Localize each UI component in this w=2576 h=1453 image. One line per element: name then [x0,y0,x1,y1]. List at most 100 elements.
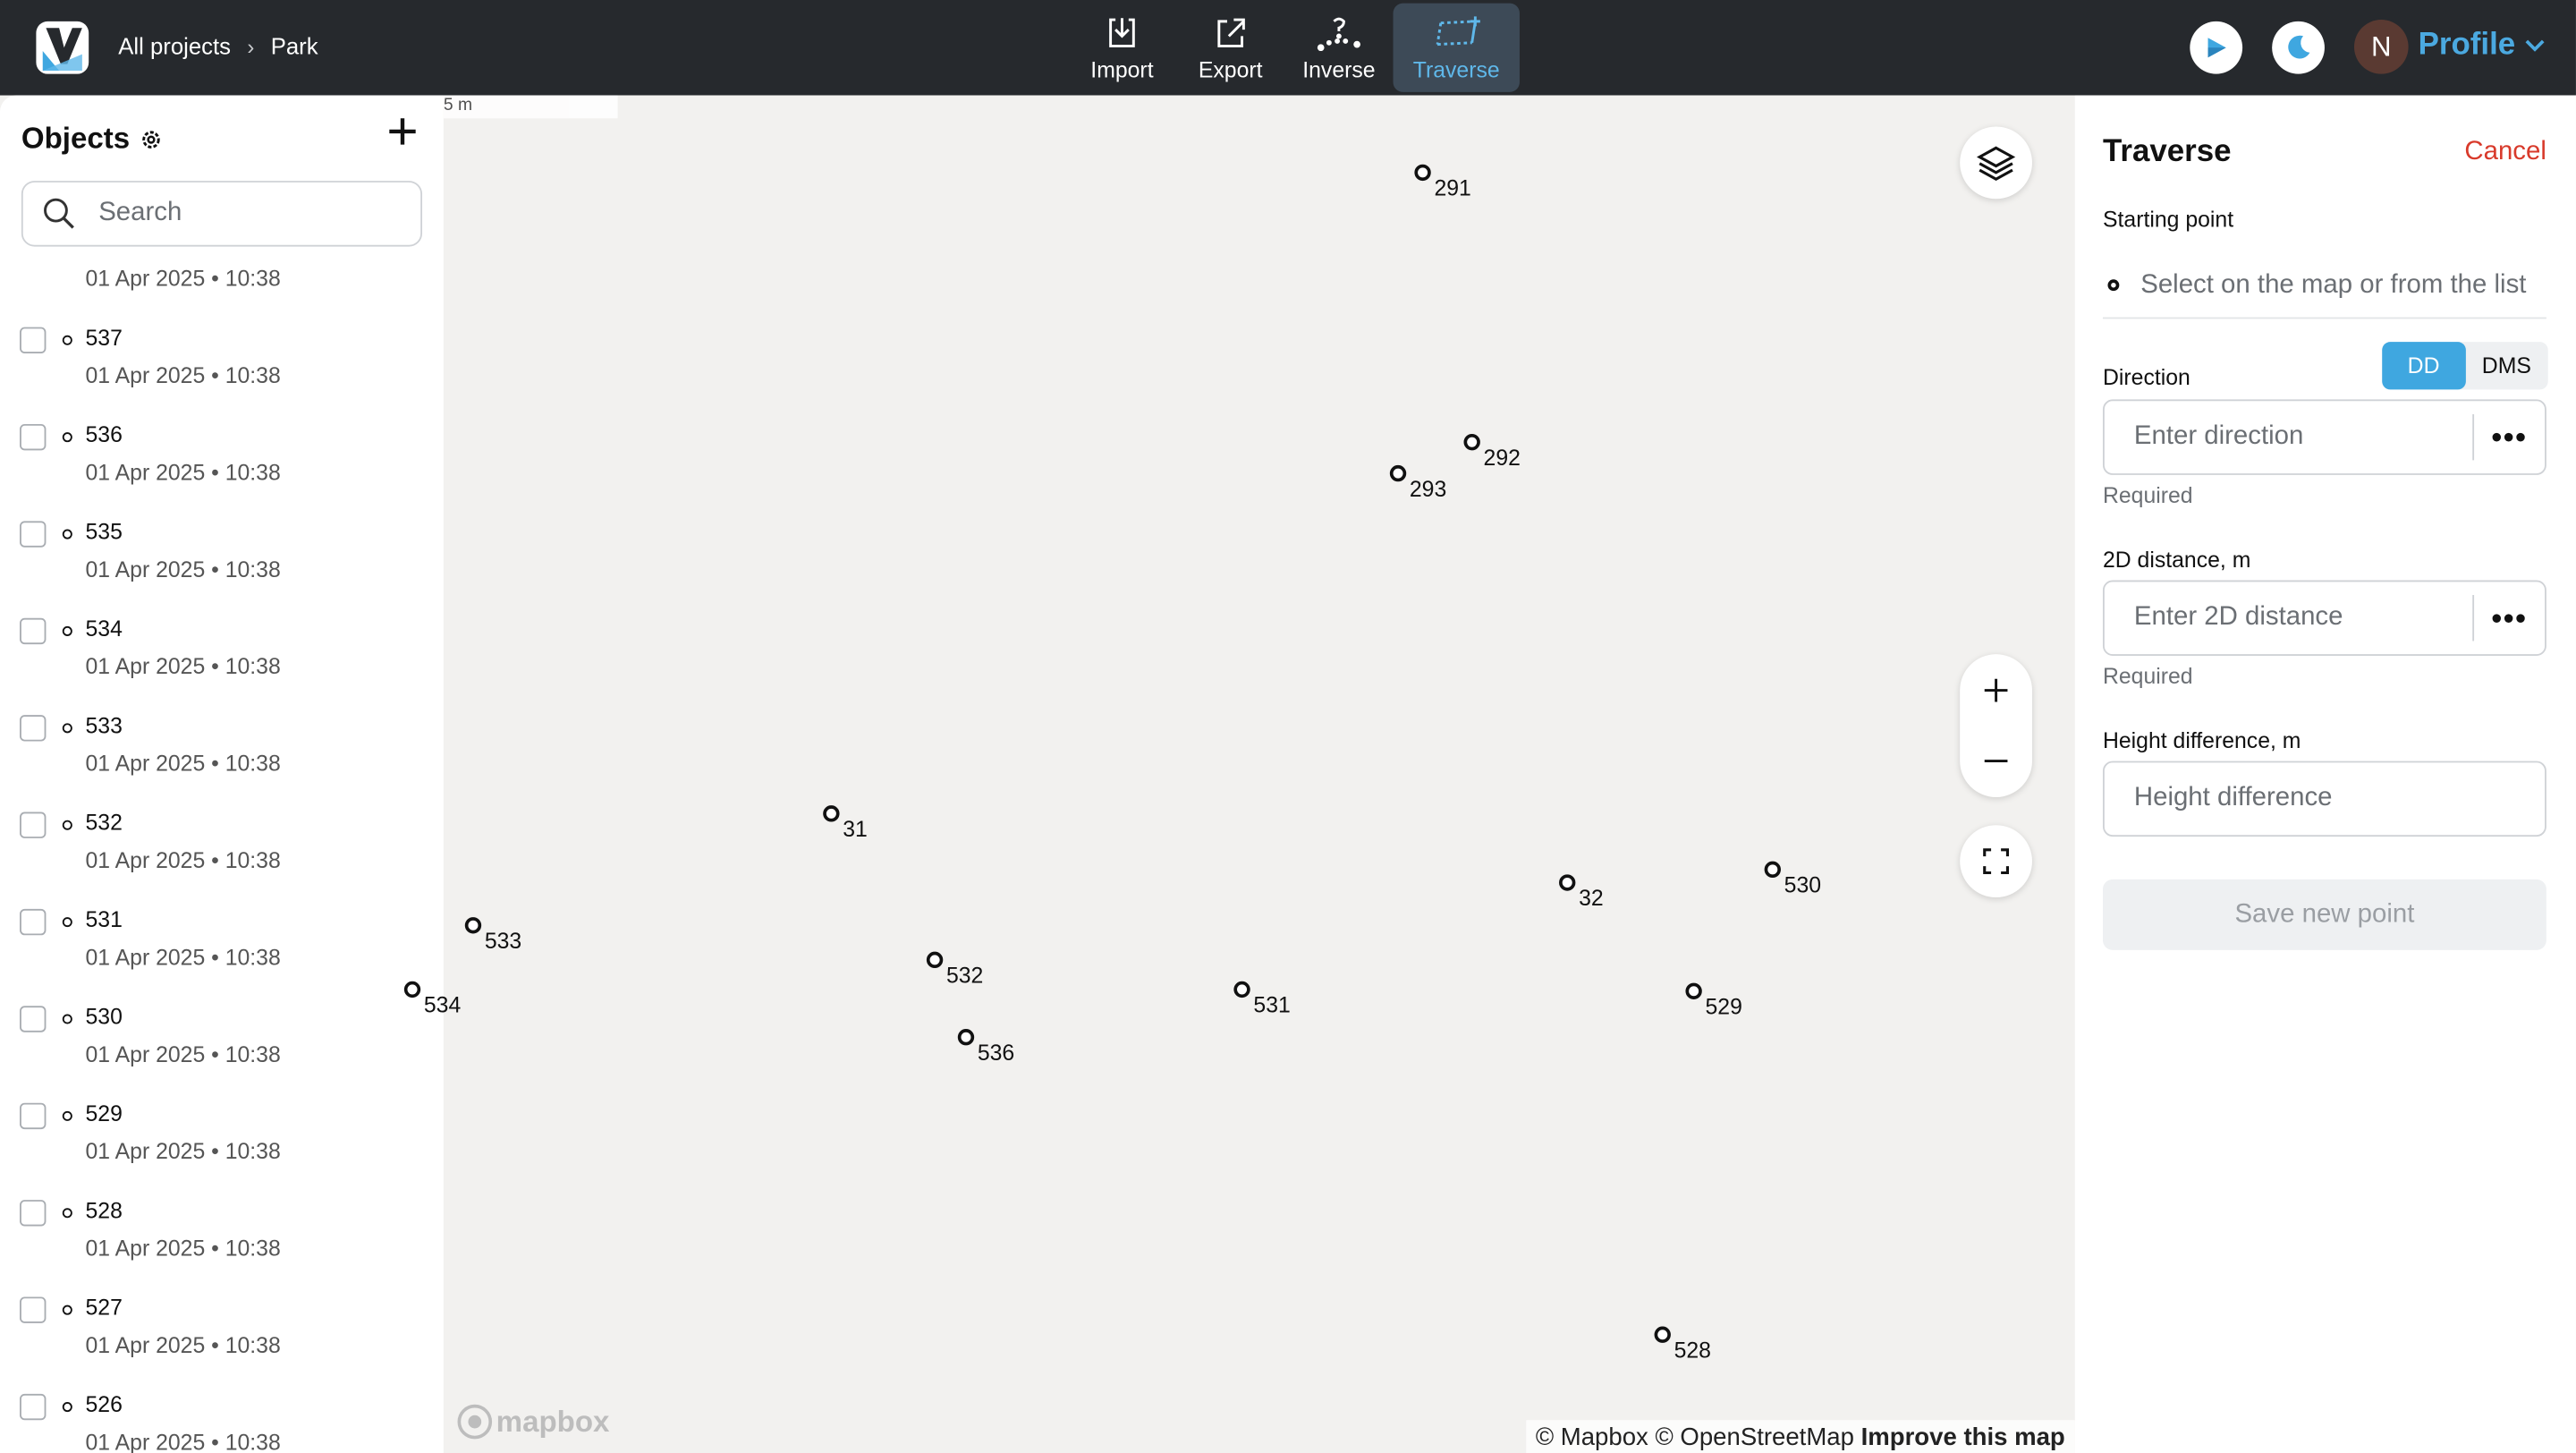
list-item[interactable]: 529 01 Apr 2025 • 10:38 [0,1101,444,1200]
inverse-button[interactable]: Inverse [1284,4,1393,92]
starting-point-selector[interactable]: Select on the map or from the list [2102,253,2546,319]
unit-dd-button[interactable]: DD [2382,342,2465,390]
distance-more-button[interactable]: ••• [2472,595,2545,642]
attribution-mapbox[interactable]: © Mapbox [1536,1423,1648,1451]
point-icon [62,820,72,830]
list-item[interactable]: 537 01 Apr 2025 • 10:38 [0,325,444,424]
point-icon [62,335,72,345]
list-item[interactable]: 531 01 Apr 2025 • 10:38 [0,907,444,1006]
list-item-name: 528 [85,1198,123,1223]
list-item[interactable]: 535 01 Apr 2025 • 10:38 [0,520,444,617]
profile-menu[interactable]: Profile [2419,28,2546,64]
map-point-label: 528 [1674,1338,1711,1363]
cancel-button[interactable]: Cancel [2464,138,2546,167]
attribution-osm[interactable]: © OpenStreetMap [1655,1423,1853,1451]
breadcrumb-current-project: Park [270,32,318,60]
item-checkbox[interactable] [20,521,47,548]
minus-icon [1984,760,2008,763]
save-new-point-button[interactable]: Save new point [2102,879,2546,950]
list-item-date: 01 Apr 2025 • 10:38 [85,1332,281,1358]
item-checkbox[interactable] [20,327,47,353]
point-icon [62,529,72,540]
item-checkbox[interactable] [20,423,47,451]
gear-icon[interactable] [140,127,163,150]
list-item[interactable]: 527 01 Apr 2025 • 10:38 [0,1296,444,1393]
direction-more-button[interactable]: ••• [2472,413,2545,461]
list-item[interactable]: 534 01 Apr 2025 • 10:38 [0,616,444,715]
point-icon [62,917,72,928]
breadcrumb-all-projects[interactable]: All projects [118,33,231,59]
zoom-out-button[interactable] [1983,726,2009,796]
distance-input[interactable] [2104,603,2466,633]
item-checkbox[interactable] [20,908,47,936]
list-item[interactable]: 532 01 Apr 2025 • 10:38 [0,811,444,909]
list-item-date: 01 Apr 2025 • 10:38 [85,945,281,970]
chevron-down-icon [2525,39,2545,52]
breadcrumb: All projects › Park [118,33,318,59]
fullscreen-button[interactable] [1960,825,2032,898]
list-item-date: 01 Apr 2025 • 10:38 [85,362,281,388]
direction-input[interactable] [2104,422,2466,453]
map-point-label: 536 [977,1040,1015,1066]
point-icon [62,1402,72,1413]
traverse-label: Traverse [1412,57,1500,82]
point-icon [62,625,72,636]
item-checkbox[interactable] [20,1200,47,1227]
height-input[interactable] [2104,784,2466,814]
list-item-date: 01 Apr 2025 • 10:38 [85,751,281,777]
zoom-in-button[interactable] [1983,655,2009,726]
item-checkbox[interactable] [20,1102,47,1130]
breadcrumb-separator: › [247,33,255,59]
search-input[interactable] [98,199,378,229]
app-logo[interactable] [36,21,89,74]
list-item-date: 01 Apr 2025 • 10:38 [85,654,281,679]
starting-point-label: Starting point [2102,207,2234,233]
list-item-date: 01 Apr 2025 • 10:38 [85,460,281,485]
layers-button[interactable] [1960,126,2032,200]
distance-label: 2D distance, m [2102,547,2251,573]
list-item-name: 531 [85,907,123,932]
item-checkbox[interactable] [20,1393,47,1421]
map-point-label: 31 [843,817,868,842]
navigation-mode-button[interactable] [2190,21,2243,74]
zoom-controls [1960,654,2032,797]
objects-panel: Objects 01 Apr 2025 • 10:38 537 01 Apr 2… [0,95,444,1453]
list-item[interactable]: 533 01 Apr 2025 • 10:38 [0,713,444,811]
traverse-button[interactable]: Traverse [1393,3,1520,92]
add-object-button[interactable] [387,115,417,149]
import-label: Import [1090,57,1154,82]
top-bar: All projects › Park Import Export Invers… [0,0,2576,96]
avatar[interactable]: N [2353,20,2409,74]
direction-label: Direction [2102,364,2190,390]
list-item[interactable]: 526 01 Apr 2025 • 10:38 [0,1392,444,1453]
item-checkbox[interactable] [20,715,47,742]
point-icon [62,1304,72,1315]
export-button[interactable]: Export [1176,4,1284,92]
item-checkbox[interactable] [20,1006,47,1032]
map-canvas[interactable]: 5 m 291 292 293 31 533 534 532 536 531 3… [403,95,2075,1453]
dark-mode-toggle[interactable] [2272,21,2325,74]
unit-dms-button[interactable]: DMS [2465,342,2548,389]
list-item-date: 01 Apr 2025 • 10:38 [85,1236,281,1262]
mapbox-logo[interactable]: mapbox [457,1404,609,1440]
panel-title: Traverse [2102,134,2232,170]
point-icon [62,1014,72,1024]
item-checkbox[interactable] [20,617,47,645]
search-box [21,181,423,247]
point-icon [62,432,72,443]
improve-map-link[interactable]: Improve this map [1861,1423,2065,1451]
import-button[interactable]: Import [1068,4,1176,92]
list-item[interactable]: 536 01 Apr 2025 • 10:38 [0,422,444,521]
item-checkbox[interactable] [20,1296,47,1323]
map-point-label: 534 [423,992,462,1018]
item-checkbox[interactable] [20,811,47,838]
height-label: Height difference, m [2102,727,2301,753]
list-item-date: 01 Apr 2025 • 10:38 [85,847,281,873]
list-item-name: 537 [85,325,123,351]
point-icon [62,1208,72,1219]
profile-label: Profile [2418,28,2516,63]
list-item[interactable]: 528 01 Apr 2025 • 10:38 [0,1198,444,1296]
list-item[interactable]: 530 01 Apr 2025 • 10:38 [0,1004,444,1102]
direction-required-hint: Required [2102,483,2193,508]
point-icon [62,1110,72,1121]
